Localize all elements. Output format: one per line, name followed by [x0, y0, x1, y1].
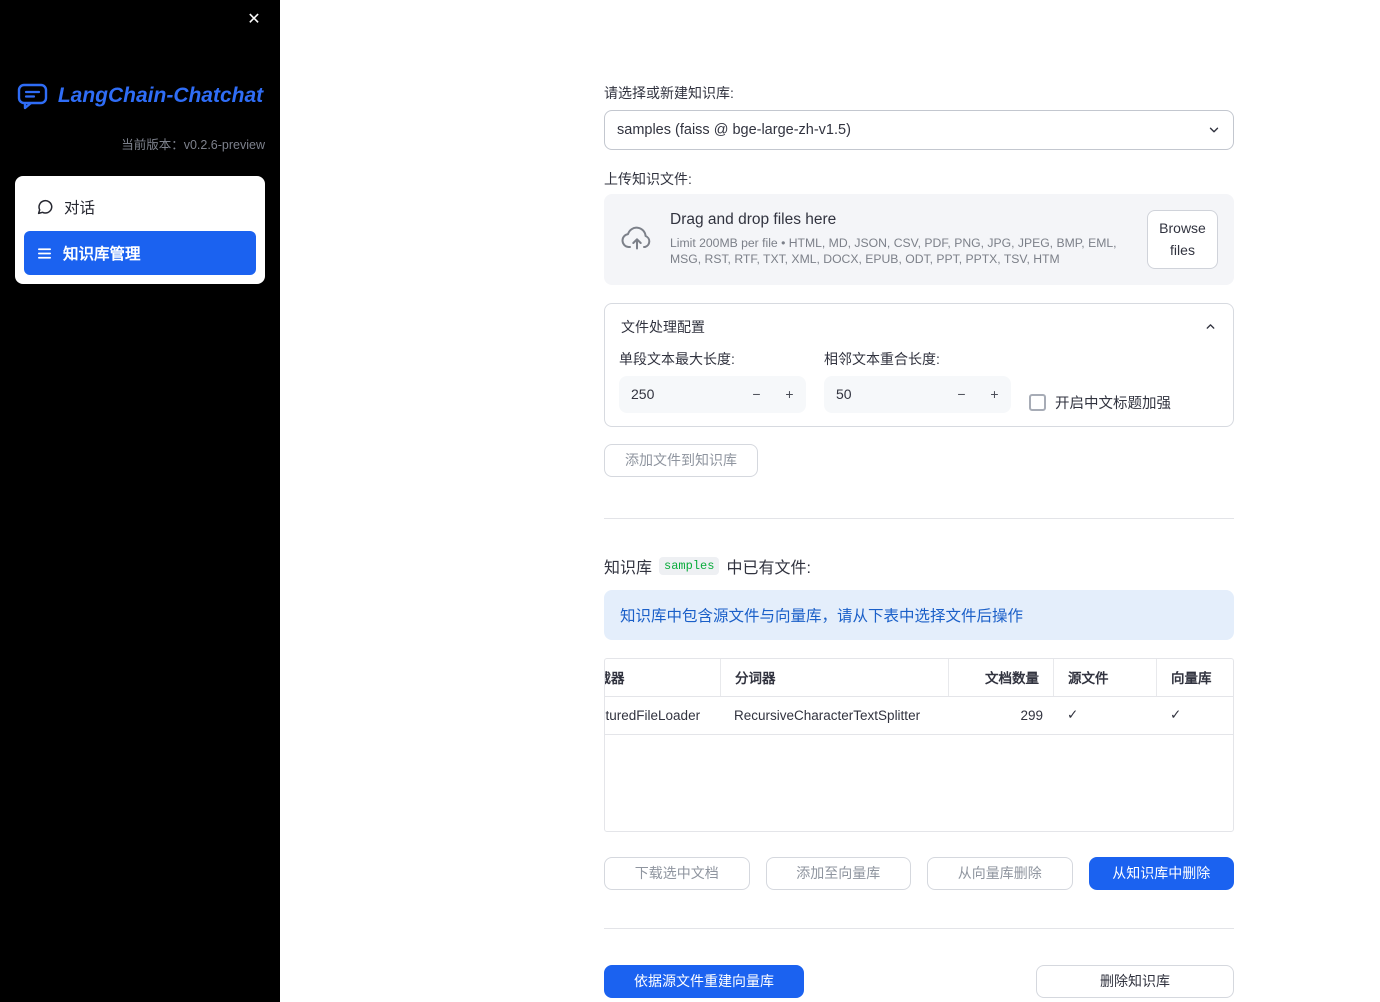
- decrement-button[interactable]: −: [740, 376, 773, 413]
- delete-from-vector-button[interactable]: 从向量库删除: [927, 856, 1073, 890]
- dropzone-title: Drag and drop files here: [670, 211, 837, 229]
- cell-source-check: ✓: [1067, 707, 1079, 723]
- dropzone-text: Drag and drop files here Limit 200MB per…: [670, 211, 1131, 267]
- overlap-input[interactable]: 50 − +: [824, 375, 1011, 413]
- table-header: 文档加载器 分词器 文档数量 源文件 向量库: [605, 658, 1233, 697]
- sidebar-item-label: 对话: [64, 200, 96, 217]
- expander-title: 文件处理配置: [621, 318, 705, 335]
- table-row[interactable]: UnstructuredFileLoader RecursiveCharacte…: [605, 697, 1233, 735]
- existing-suffix: 中已有文件:: [726, 559, 811, 577]
- cell-loader: UnstructuredFileLoader: [605, 707, 701, 723]
- max-length-group: 单段文本最大长度: 250 − +: [619, 348, 806, 413]
- max-length-input[interactable]: 250 − +: [619, 375, 806, 413]
- cell-splitter: RecursiveCharacterTextSplitter: [734, 707, 921, 723]
- divider: [604, 517, 1234, 519]
- chevron-up-icon: [1204, 320, 1217, 333]
- column-header-vector-store[interactable]: 向量库: [1156, 658, 1233, 696]
- expander-body: 单段文本最大长度: 250 − + 相邻文本重合长度: 50 − + 开启中文标…: [605, 348, 1233, 426]
- files-table[interactable]: 文档加载器 分词器 文档数量 源文件 向量库 UnstructuredFileL…: [604, 657, 1234, 832]
- title-enhance-checkbox[interactable]: 开启中文标题加强: [1029, 392, 1171, 413]
- bottom-buttons: 依据源文件重建向量库 删除知识库: [604, 964, 1234, 998]
- expander-header[interactable]: 文件处理配置: [605, 304, 1233, 348]
- add-to-vector-button[interactable]: 添加至向量库: [765, 856, 911, 890]
- app-title: LangChain-Chatchat: [57, 84, 264, 107]
- divider: [604, 927, 1234, 929]
- checkbox-label: 开启中文标题加强: [1055, 395, 1171, 412]
- kb-select[interactable]: samples (faiss @ bge-large-zh-v1.5): [604, 110, 1234, 150]
- list-icon: [36, 245, 53, 262]
- dropzone-limit: Limit 200MB per file • HTML, MD, JSON, C…: [670, 236, 1117, 267]
- kb-name-code: samples: [659, 556, 720, 575]
- column-header-doc-count[interactable]: 文档数量: [948, 658, 1053, 696]
- overlap-value: 50: [836, 386, 852, 403]
- sidebar-item-label: 知识库管理: [63, 246, 141, 263]
- rebuild-vector-store-button[interactable]: 依据源文件重建向量库: [604, 964, 804, 998]
- overlap-group: 相邻文本重合长度: 50 − +: [824, 348, 1011, 413]
- increment-button[interactable]: +: [773, 376, 806, 413]
- browse-files-button[interactable]: Browse files: [1147, 210, 1218, 269]
- file-config-expander: 文件处理配置 单段文本最大长度: 250 − + 相邻文本重合长度: 50 − …: [604, 302, 1234, 427]
- kb-select-value: samples (faiss @ bge-large-zh-v1.5): [617, 122, 851, 138]
- existing-files-line: 知识库 samples 中已有文件:: [604, 554, 1234, 578]
- sidebar-item-dialogue[interactable]: 对话: [24, 185, 256, 229]
- upload-label: 上传知识文件:: [604, 171, 692, 187]
- chevron-down-icon: [1207, 123, 1221, 137]
- kb-select-label: 请选择或新建知识库:: [604, 85, 734, 101]
- checkbox-icon: [1029, 393, 1046, 411]
- column-header-loader[interactable]: 文档加载器: [605, 659, 720, 696]
- add-files-button[interactable]: 添加文件到知识库: [604, 443, 758, 477]
- delete-knowledge-base-button[interactable]: 删除知识库: [1036, 964, 1234, 998]
- sidebar-item-knowledge-base[interactable]: 知识库管理: [24, 231, 256, 275]
- max-length-label: 单段文本最大长度:: [619, 350, 735, 367]
- column-header-splitter[interactable]: 分词器: [720, 658, 948, 696]
- cell-vector-check: ✓: [1170, 707, 1182, 723]
- chat-logo-icon: [17, 82, 49, 110]
- column-header-source-file[interactable]: 源文件: [1053, 658, 1156, 696]
- sidebar: ✕ LangChain-Chatchat 当前版本：v0.2.6-preview: [0, 0, 280, 1002]
- overlap-label: 相邻文本重合长度:: [824, 350, 940, 367]
- increment-button[interactable]: +: [978, 376, 1011, 413]
- cell-doc-count: 299: [1020, 707, 1043, 723]
- main-content: 请选择或新建知识库: samples (faiss @ bge-large-zh…: [604, 0, 1234, 998]
- info-message: 知识库中包含源文件与向量库，请从下表中选择文件后操作: [604, 589, 1234, 640]
- existing-prefix: 知识库: [604, 559, 653, 577]
- logo: LangChain-Chatchat: [0, 82, 280, 110]
- sidebar-nav: 对话 知识库管理: [15, 176, 265, 284]
- delete-from-kb-button[interactable]: 从知识库中删除: [1088, 856, 1234, 890]
- chat-bubble-icon: [36, 198, 54, 216]
- close-sidebar-icon[interactable]: ✕: [240, 6, 268, 34]
- upload-cloud-icon: [620, 224, 654, 254]
- version-label: 当前版本：v0.2.6-preview: [121, 138, 265, 152]
- file-dropzone[interactable]: Drag and drop files here Limit 200MB per…: [604, 194, 1234, 285]
- table-action-buttons: 下载选中文档 添加至向量库 从向量库删除 从知识库中删除: [604, 856, 1234, 890]
- decrement-button[interactable]: −: [945, 376, 978, 413]
- max-length-value: 250: [631, 386, 655, 403]
- app-window: ✕ LangChain-Chatchat 当前版本：v0.2.6-preview: [0, 0, 1380, 1002]
- download-selected-button[interactable]: 下载选中文档: [604, 856, 750, 890]
